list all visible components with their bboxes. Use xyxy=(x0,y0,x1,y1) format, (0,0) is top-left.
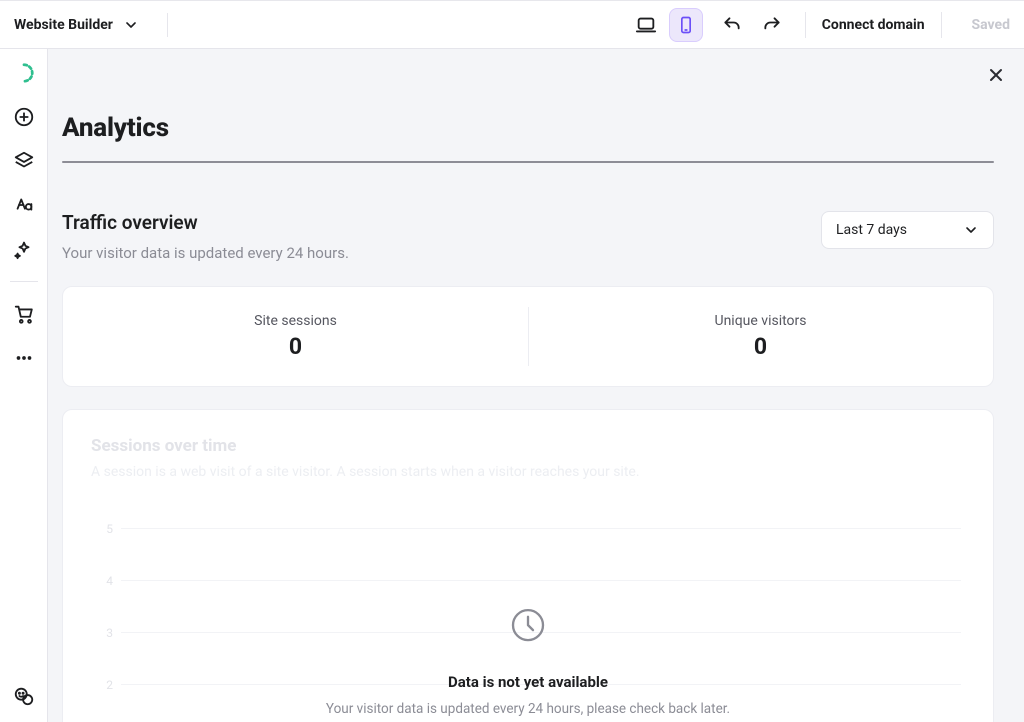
stat-label: Unique visitors xyxy=(528,313,993,329)
topbar-divider xyxy=(805,12,806,38)
layers-icon xyxy=(13,150,35,172)
feedback-button[interactable] xyxy=(12,684,36,708)
chart-gridline xyxy=(121,580,961,581)
section-title: Traffic overview xyxy=(62,211,349,234)
layers-button[interactable] xyxy=(12,149,36,173)
undo-icon xyxy=(722,15,742,35)
stat-site-sessions: Site sessions 0 xyxy=(63,313,528,360)
store-button[interactable] xyxy=(12,302,36,326)
sessions-chart-card: Sessions over time A session is a web vi… xyxy=(62,409,994,722)
more-button[interactable] xyxy=(12,346,36,370)
stat-value: 0 xyxy=(528,333,993,360)
desktop-preview-button[interactable] xyxy=(629,8,663,42)
chart-title: Sessions over time xyxy=(91,436,965,456)
empty-state-title: Data is not yet available xyxy=(91,673,965,691)
laptop-icon xyxy=(635,14,657,36)
topbar: Website Builder Connect domain Saved xyxy=(0,0,1024,49)
redo-button[interactable] xyxy=(755,8,789,42)
connect-domain-button[interactable]: Connect domain xyxy=(822,17,925,33)
text-icon xyxy=(13,194,35,216)
stats-card: Site sessions 0 Unique visitors 0 xyxy=(62,286,994,387)
chart-gridline xyxy=(121,528,961,529)
shell: Analytics Traffic overview Your visitor … xyxy=(0,49,1024,722)
page-title: Analytics xyxy=(62,113,994,143)
mobile-icon xyxy=(676,15,696,35)
redo-icon xyxy=(762,15,782,35)
traffic-heading: Traffic overview Your visitor data is up… xyxy=(62,211,349,262)
sidebar-divider xyxy=(10,281,38,282)
stat-label: Site sessions xyxy=(63,313,528,329)
topbar-left: Website Builder xyxy=(14,13,168,37)
cart-icon xyxy=(13,303,35,325)
undo-button[interactable] xyxy=(715,8,749,42)
date-range-label: Last 7 days xyxy=(836,222,907,238)
add-button[interactable] xyxy=(12,105,36,129)
stat-value: 0 xyxy=(63,333,528,360)
empty-state-subtitle: Your visitor data is updated every 24 ho… xyxy=(91,701,965,717)
close-panel-button[interactable] xyxy=(986,65,1006,85)
traffic-header-row: Traffic overview Your visitor data is up… xyxy=(62,211,994,262)
section-subtitle: Your visitor data is updated every 24 ho… xyxy=(62,244,349,262)
y-tick: 5 xyxy=(103,522,113,536)
title-rule xyxy=(62,161,994,163)
chart-subtitle: A session is a web visit of a site visit… xyxy=(91,464,965,480)
topbar-divider xyxy=(167,13,168,37)
text-styles-button[interactable] xyxy=(12,193,36,217)
y-tick: 4 xyxy=(103,574,113,588)
sparkle-icon xyxy=(13,238,35,260)
logo-icon[interactable] xyxy=(12,61,36,85)
main-panel: Analytics Traffic overview Your visitor … xyxy=(48,49,1024,722)
sidebar xyxy=(0,49,48,722)
chart-empty-state: Data is not yet available Your visitor d… xyxy=(91,605,965,717)
more-icon xyxy=(13,347,35,369)
app-switcher-chevron-icon[interactable] xyxy=(123,17,139,33)
chart-body: 5 4 3 2 Data is not yet available Your v… xyxy=(91,522,965,722)
close-icon xyxy=(986,65,1006,85)
saved-status: Saved xyxy=(972,17,1010,33)
topbar-divider xyxy=(941,12,942,38)
clock-icon xyxy=(508,605,548,645)
plus-circle-icon xyxy=(13,106,35,128)
feedback-icon xyxy=(13,685,35,707)
ai-button[interactable] xyxy=(12,237,36,261)
content: Analytics Traffic overview Your visitor … xyxy=(48,49,1024,722)
device-preview-group xyxy=(629,8,703,42)
topbar-right: Connect domain Saved xyxy=(629,8,1010,42)
app-title[interactable]: Website Builder xyxy=(14,17,113,33)
chevron-down-icon xyxy=(963,222,979,238)
date-range-picker[interactable]: Last 7 days xyxy=(821,211,994,249)
mobile-preview-button[interactable] xyxy=(669,8,703,42)
stat-unique-visitors: Unique visitors 0 xyxy=(528,313,993,360)
